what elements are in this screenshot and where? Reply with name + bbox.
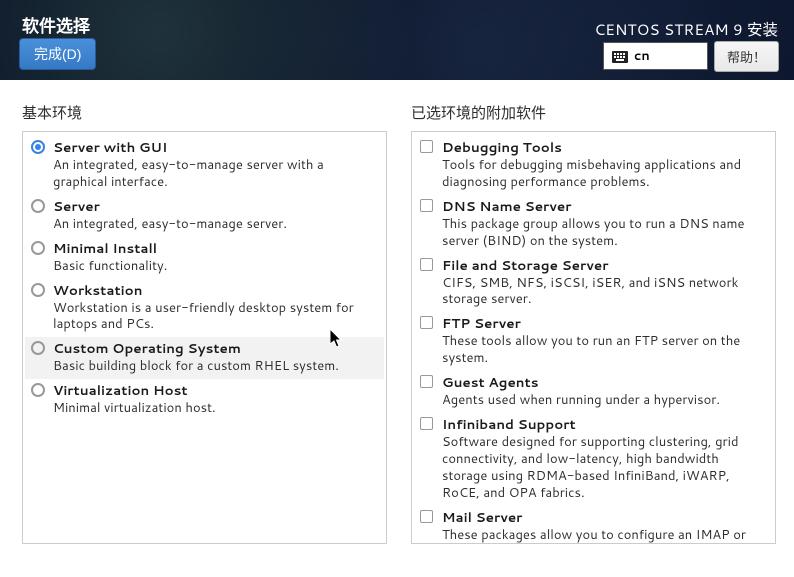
radio-button[interactable]: [31, 140, 45, 159]
checkbox[interactable]: [420, 199, 434, 217]
addon-item-text: Guest Agents Agents used when running un…: [442, 373, 767, 409]
install-title: CENTOS STREAM 9 安装: [594, 18, 778, 40]
addon-item-text: Mail Server These packages allow you to …: [442, 508, 767, 544]
addon-list[interactable]: Debugging Tools Tools for debugging misb…: [411, 131, 776, 544]
env-item-custom-os[interactable]: Custom Operating System Basic building b…: [25, 337, 384, 379]
env-item-server[interactable]: Server An integrated, easy-to-manage ser…: [25, 195, 384, 237]
addon-item-text: FTP Server These tools allow you to run …: [442, 314, 767, 367]
addon-item-desc: Agents used when running under a hypervi…: [442, 392, 767, 409]
checkbox[interactable]: [420, 375, 434, 393]
checkbox[interactable]: [420, 510, 434, 528]
radio-button[interactable]: [31, 199, 45, 218]
page-title: 软件选择: [22, 12, 90, 38]
env-item-title: Workstation: [53, 281, 378, 300]
addon-item-dns[interactable]: DNS Name Server This package group allow…: [414, 195, 773, 254]
radio-button[interactable]: [31, 383, 45, 402]
addon-item-text: DNS Name Server This package group allow…: [442, 197, 767, 250]
env-item-title: Server: [53, 197, 378, 216]
addon-item-infiniband[interactable]: Infiniband Support Software designed for…: [414, 413, 773, 506]
env-item-desc: Workstation is a user-friendly desktop s…: [53, 300, 378, 334]
addon-item-desc: Software designed for supporting cluster…: [442, 434, 767, 502]
base-environment-label: 基本环境: [22, 102, 387, 123]
addon-item-text: Debugging Tools Tools for debugging misb…: [442, 138, 767, 191]
base-environment-column: 基本环境 Server with GUI An integrated, easy…: [22, 102, 387, 544]
addon-item-text: Infiniband Support Software designed for…: [442, 415, 767, 502]
addon-item-desc: These tools allow you to run an FTP serv…: [442, 333, 767, 367]
addon-item-desc: CIFS, SMB, NFS, iSCSI, iSER, and iSNS ne…: [442, 275, 767, 309]
env-item-minimal[interactable]: Minimal Install Basic functionality.: [25, 237, 384, 279]
keyboard-layout-box[interactable]: cn: [603, 42, 708, 70]
addon-item-guest-agents[interactable]: Guest Agents Agents used when running un…: [414, 371, 773, 413]
env-item-text: Virtualization Host Minimal virtualizati…: [53, 381, 378, 417]
radio-button[interactable]: [31, 241, 45, 260]
addon-item-debugging[interactable]: Debugging Tools Tools for debugging misb…: [414, 136, 773, 195]
keyboard-icon: [612, 50, 628, 62]
env-item-text: Minimal Install Basic functionality.: [53, 239, 378, 275]
env-item-virt-host[interactable]: Virtualization Host Minimal virtualizati…: [25, 379, 384, 421]
addon-item-title: Infiniband Support: [442, 415, 767, 434]
addon-item-desc: Tools for debugging misbehaving applicat…: [442, 157, 767, 191]
content: 基本环境 Server with GUI An integrated, easy…: [0, 80, 794, 544]
env-item-text: Server with GUI An integrated, easy-to-m…: [53, 138, 378, 191]
env-item-title: Minimal Install: [53, 239, 378, 258]
checkbox[interactable]: [420, 258, 434, 276]
radio-button[interactable]: [31, 283, 45, 302]
checkbox[interactable]: [420, 140, 434, 158]
checkbox[interactable]: [420, 417, 434, 435]
env-item-server-gui[interactable]: Server with GUI An integrated, easy-to-m…: [25, 136, 384, 195]
env-item-text: Custom Operating System Basic building b…: [53, 339, 378, 375]
env-item-text: Server An integrated, easy-to-manage ser…: [53, 197, 378, 233]
addon-item-title: File and Storage Server: [442, 256, 767, 275]
env-item-title: Virtualization Host: [53, 381, 378, 400]
addon-item-file-storage[interactable]: File and Storage Server CIFS, SMB, NFS, …: [414, 254, 773, 313]
env-item-text: Workstation Workstation is a user-friend…: [53, 281, 378, 334]
environment-list[interactable]: Server with GUI An integrated, easy-to-m…: [22, 131, 387, 544]
done-button[interactable]: 完成(D): [19, 38, 96, 70]
radio-button[interactable]: [31, 341, 45, 360]
env-item-title: Custom Operating System: [53, 339, 378, 358]
env-item-desc: Minimal virtualization host.: [53, 400, 378, 417]
addons-label: 已选环境的附加软件: [411, 102, 776, 123]
addon-item-title: Guest Agents: [442, 373, 767, 392]
addon-item-title: FTP Server: [442, 314, 767, 333]
header: 软件选择 完成(D) CENTOS STREAM 9 安装 cn 帮助！: [0, 0, 794, 80]
env-item-desc: An integrated, easy-to-manage server wit…: [53, 157, 378, 191]
addon-item-title: Mail Server: [442, 508, 767, 527]
help-button[interactable]: 帮助！: [714, 41, 779, 72]
env-item-workstation[interactable]: Workstation Workstation is a user-friend…: [25, 279, 384, 338]
addon-item-text: File and Storage Server CIFS, SMB, NFS, …: [442, 256, 767, 309]
env-item-desc: An integrated, easy-to-manage server.: [53, 216, 378, 233]
addon-item-desc: This package group allows you to run a D…: [442, 216, 767, 250]
keyboard-layout-label: cn: [634, 47, 650, 65]
addon-item-ftp[interactable]: FTP Server These tools allow you to run …: [414, 312, 773, 371]
env-item-title: Server with GUI: [53, 138, 378, 157]
addon-item-mail[interactable]: Mail Server These packages allow you to …: [414, 506, 773, 544]
env-item-desc: Basic functionality.: [53, 258, 378, 275]
checkbox[interactable]: [420, 316, 434, 334]
addon-item-title: DNS Name Server: [442, 197, 767, 216]
addon-item-title: Debugging Tools: [442, 138, 767, 157]
addons-column: 已选环境的附加软件 Debugging Tools Tools for debu…: [411, 102, 776, 544]
addon-item-desc: These packages allow you to configure an…: [442, 527, 767, 544]
env-item-desc: Basic building block for a custom RHEL s…: [53, 358, 378, 375]
